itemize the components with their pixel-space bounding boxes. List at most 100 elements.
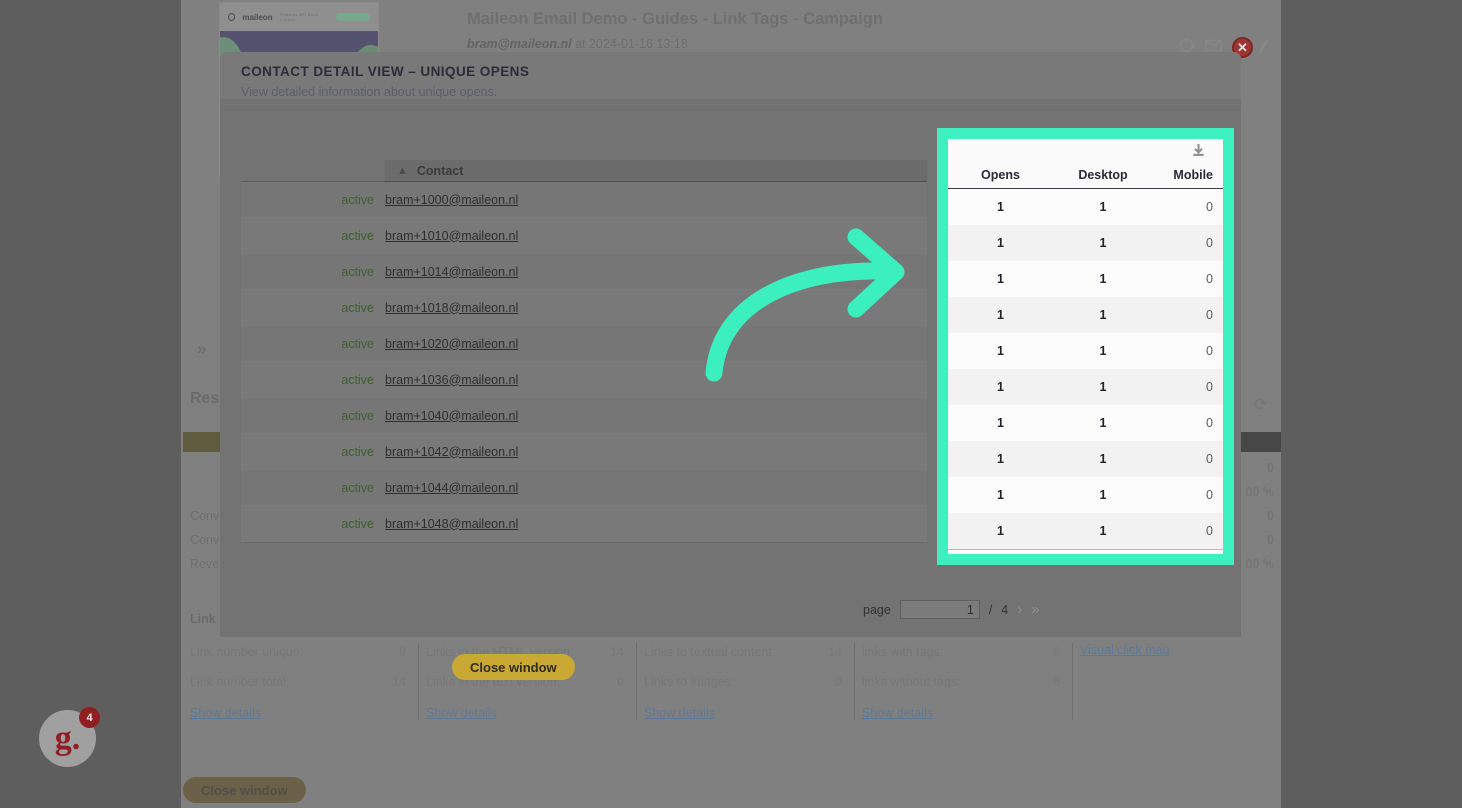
table-row[interactable]: active bram+1044@maileon.nl [241, 470, 927, 506]
contact-email-link[interactable]: bram+1010@maileon.nl [385, 229, 518, 243]
metric-cell-mobile: 0 [1206, 344, 1213, 358]
preview-cta-button [336, 13, 370, 21]
metric-cell-mobile: 0 [1206, 452, 1213, 466]
metric-cell-mobile: 0 [1206, 236, 1213, 250]
table-row[interactable]: 1 1 0 [948, 297, 1223, 333]
contact-email-link[interactable]: bram+1014@maileon.nl [385, 265, 518, 279]
stat-value: 0 [835, 675, 842, 690]
download-icon[interactable] [1191, 143, 1206, 158]
close-window-button-modal[interactable]: Close window [452, 654, 575, 680]
screen: maileon Features API Docs Contact Maileo… [0, 0, 1462, 808]
visual-click-map-link[interactable]: Visual click map [1080, 643, 1169, 657]
table-row[interactable]: 1 1 0 [948, 441, 1223, 477]
table-row[interactable]: 1 1 0 [948, 261, 1223, 297]
contact-status: active [341, 336, 374, 351]
contact-email-link[interactable]: bram+1040@maileon.nl [385, 409, 518, 423]
background-row-label-conversion-rate: Conv [190, 533, 220, 547]
stat-label: Link number total: [190, 675, 290, 690]
contact-status: active [341, 264, 374, 279]
modal-subtitle: View detailed information about unique o… [241, 85, 498, 99]
stat-label: Link number unique: [190, 645, 304, 659]
stat-value: 14 [392, 675, 406, 690]
table-row[interactable]: 1 1 0 [948, 225, 1223, 261]
contact-status: active [341, 192, 374, 207]
wrench-icon[interactable] [1256, 38, 1273, 57]
metric-cell-opens: 1 [997, 200, 1004, 214]
table-row[interactable]: 1 1 0 [948, 369, 1223, 405]
contact-status: active [341, 300, 374, 315]
stat-row: links without tags: 8 [862, 673, 1060, 692]
stat-value: 0 [617, 675, 624, 690]
metrics-header-opens[interactable]: Opens [948, 168, 1053, 182]
stat-value: 14 [610, 645, 624, 659]
table-row[interactable]: 1 1 0 [948, 513, 1223, 549]
pager-separator: / [988, 602, 993, 617]
contact-column-label: Contact [416, 163, 464, 178]
contact-email-link[interactable]: bram+1044@maileon.nl [385, 481, 518, 495]
pager-next-icon[interactable]: › [1017, 602, 1022, 617]
table-row[interactable]: 1 1 0 [948, 477, 1223, 513]
highlighted-metrics-panel: Opens Desktop Mobile 1101101101101101101… [937, 128, 1234, 565]
contact-status: active [341, 408, 374, 423]
metrics-header-mobile[interactable]: Mobile [1153, 168, 1223, 182]
pager-last-icon[interactable]: » [1031, 602, 1039, 617]
stat-value: 9 [399, 645, 406, 659]
table-row[interactable]: active bram+1014@maileon.nl [241, 254, 927, 290]
metric-cell-opens: 1 [997, 272, 1004, 286]
contact-status: active [341, 444, 374, 459]
metric-cell-opens: 1 [997, 524, 1004, 538]
close-window-button-page[interactable]: Close window [183, 777, 306, 803]
table-row[interactable]: active bram+1010@maileon.nl [241, 218, 927, 254]
contact-email-link[interactable]: bram+1000@maileon.nl [385, 193, 518, 207]
metric-cell-desktop: 1 [1099, 488, 1107, 502]
modal-divider [220, 109, 1241, 110]
sort-ascending-icon[interactable]: ▲ [397, 165, 408, 177]
table-row[interactable]: 1 1 0 [948, 405, 1223, 441]
metric-cell-opens: 1 [997, 236, 1004, 250]
table-row[interactable]: 1 1 0 [948, 189, 1223, 225]
table-row[interactable]: active bram+1036@maileon.nl [241, 362, 927, 398]
link-stats-column-5: Visual click map [1072, 643, 1281, 720]
table-row[interactable]: active bram+1020@maileon.nl [241, 326, 927, 362]
contact-email-link[interactable]: bram+1020@maileon.nl [385, 337, 518, 351]
expand-chevron-icon[interactable]: » [197, 339, 206, 359]
stat-value: 6 [1053, 645, 1060, 659]
reload-icon[interactable]: ⟳ [1254, 396, 1271, 413]
show-details-link[interactable]: Show details [862, 706, 933, 720]
metric-cell-mobile: 0 [1206, 488, 1213, 502]
metrics-table: Opens Desktop Mobile 1101101101101101101… [948, 139, 1223, 554]
show-details-link[interactable]: Show details [190, 706, 261, 720]
stat-row: Link number unique: 9 [190, 643, 406, 662]
metrics-foot-rule [948, 549, 1223, 550]
page-left-gutter [0, 0, 181, 808]
show-details-link[interactable]: Show details [426, 706, 497, 720]
preview-topbar: maileon Features API Docs Contact [220, 3, 378, 31]
table-row[interactable]: active bram+1042@maileon.nl [241, 434, 927, 470]
stat-label: links without tags: [862, 675, 961, 690]
metrics-row-list: 1 1 0 1 1 0 1 1 0 1 1 0 1 1 0 1 1 0 1 1 0 1 1 0 1 1 0 1 1 0 [948, 189, 1223, 549]
table-row[interactable]: active bram+1048@maileon.nl [241, 506, 927, 542]
contact-email-link[interactable]: bram+1048@maileon.nl [385, 517, 518, 531]
metric-cell-opens: 1 [997, 488, 1004, 502]
metrics-header-desktop[interactable]: Desktop [1053, 168, 1153, 182]
contact-email-link[interactable]: bram+1042@maileon.nl [385, 445, 518, 459]
table-row[interactable]: active bram+1018@maileon.nl [241, 290, 927, 326]
stat-value: 14 [828, 645, 842, 659]
metric-cell-desktop: 1 [1099, 416, 1107, 430]
table-row[interactable]: 1 1 0 [948, 333, 1223, 369]
table-row[interactable]: active bram+1000@maileon.nl [241, 182, 927, 218]
table-row[interactable]: active bram+1040@maileon.nl [241, 398, 927, 434]
show-details-link[interactable]: Show details [644, 706, 715, 720]
metric-cell-desktop: 1 [1099, 200, 1107, 214]
campaign-title: Maileon Email Demo - Guides - Link Tags … [467, 10, 883, 28]
contact-email-link[interactable]: bram+1036@maileon.nl [385, 373, 518, 387]
modal-title: CONTACT DETAIL VIEW – UNIQUE OPENS [241, 64, 530, 79]
pager-page-input[interactable] [899, 600, 980, 619]
help-widget[interactable]: g. 4 [39, 707, 100, 767]
metric-cell-desktop: 1 [1099, 344, 1107, 358]
contact-table-foot-rule [241, 542, 927, 543]
contact-column-header[interactable]: ▲ Contact [385, 160, 927, 182]
contact-row-list: active bram+1000@maileon.nl active bram+101… [241, 182, 927, 542]
pager-label: page [863, 602, 891, 617]
contact-email-link[interactable]: bram+1018@maileon.nl [385, 301, 518, 315]
